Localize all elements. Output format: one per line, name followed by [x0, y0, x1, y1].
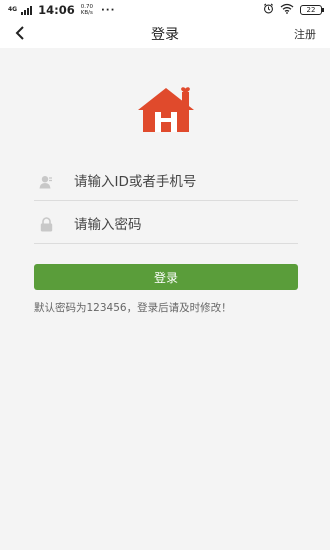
network-speed: 0.70 KB/s: [81, 4, 93, 16]
speed-unit: KB/s: [80, 10, 93, 16]
user-icon: [38, 174, 54, 190]
account-input[interactable]: [74, 173, 284, 190]
status-right: 22: [263, 3, 324, 17]
login-button[interactable]: 登录: [34, 264, 298, 290]
password-field: [34, 206, 298, 244]
wifi-icon: [280, 3, 294, 17]
notification-dots: ···: [100, 4, 116, 16]
alarm-icon: [263, 3, 274, 17]
network-type: 4G: [8, 6, 18, 13]
clock-time: 14:06: [38, 3, 75, 17]
back-button[interactable]: [10, 24, 30, 44]
signal-icon: [21, 5, 33, 15]
account-field: [34, 163, 298, 201]
default-password-hint: 默认密码为123456，登录后请及时修改！: [34, 302, 232, 314]
status-bar: 4G 14:06 0.70 KB/s ··· 22: [0, 0, 330, 20]
password-input[interactable]: [74, 216, 284, 233]
page-title: 登录: [151, 27, 179, 43]
house-heart-logo: [136, 78, 196, 134]
network-indicator: 4G: [8, 7, 17, 13]
lock-icon: [38, 217, 54, 233]
status-left: 4G 14:06 0.70 KB/s ···: [8, 3, 115, 17]
battery-indicator: 22: [300, 5, 324, 15]
chevron-left-icon: [15, 25, 25, 44]
title-bar: 登录 注册: [0, 20, 330, 48]
register-link[interactable]: 注册: [294, 26, 316, 42]
